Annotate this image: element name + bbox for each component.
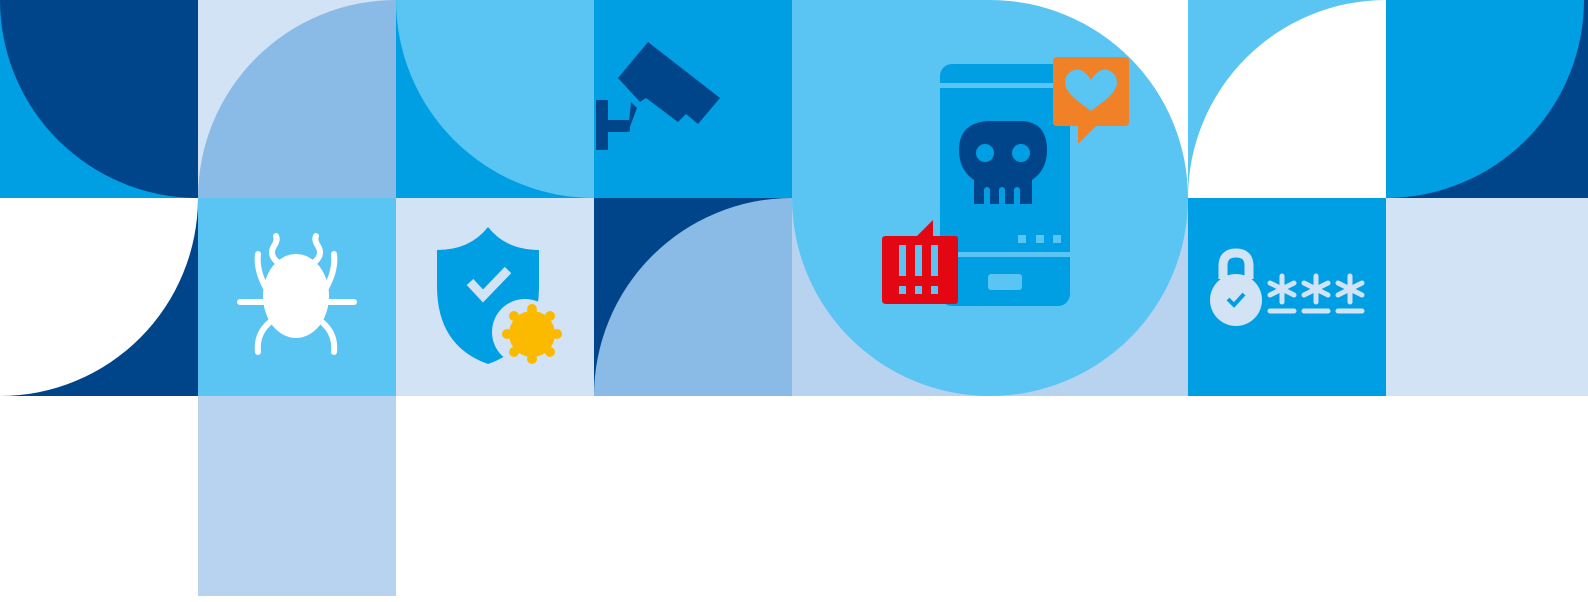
tile-r1-c2 bbox=[396, 0, 594, 198]
badge-icon bbox=[502, 304, 562, 364]
malware-phone-icon bbox=[940, 64, 1070, 306]
tile-r2-c0 bbox=[0, 198, 198, 396]
tile-r1-c6 bbox=[1188, 0, 1386, 198]
tile-r1-c0 bbox=[0, 0, 198, 198]
tile-r1-c1 bbox=[198, 0, 396, 198]
tile-r2-c7 bbox=[1386, 198, 1588, 396]
security-pattern-banner bbox=[0, 0, 1588, 596]
tile-r3-c1 bbox=[198, 396, 396, 596]
tile-r2-c3 bbox=[594, 198, 792, 396]
tile-r1-c7 bbox=[1386, 0, 1588, 198]
